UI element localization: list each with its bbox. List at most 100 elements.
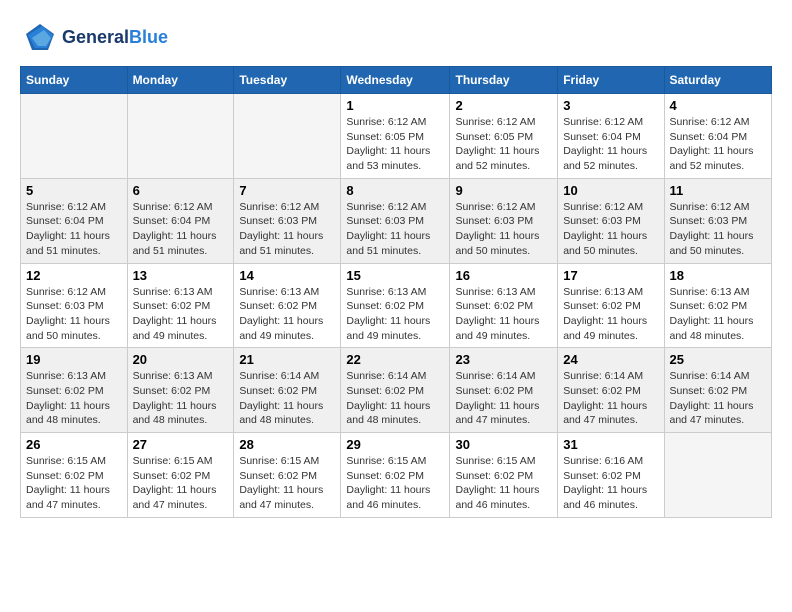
calendar-cell: 22 Sunrise: 6:14 AM Sunset: 6:02 PM Dayli… [341, 348, 450, 433]
day-number: 25 [670, 352, 767, 367]
calendar-cell: 15Sunrise: 6:13 AM Sunset: 6:02 PM Dayli… [341, 263, 450, 348]
header-day-friday: Friday [558, 67, 664, 94]
day-info: Sunrise: 6:13 AM Sunset: 6:02 PM Dayligh… [670, 285, 767, 344]
day-info: Sunrise: 6:12 AM Sunset: 6:03 PM Dayligh… [239, 200, 335, 259]
day-number: 6 [133, 183, 229, 198]
day-number: 28 [239, 437, 335, 452]
calendar-cell: 2 Sunrise: 6:12 AM Sunset: 6:05 PM Daylig… [450, 94, 558, 179]
day-number: 26 [26, 437, 122, 452]
header-day-monday: Monday [127, 67, 234, 94]
calendar-cell: 10 Sunrise: 6:12 AM Sunset: 6:03 PM Dayli… [558, 178, 664, 263]
day-info: Sunrise: 6:13 AM Sunset: 6:02 PM Dayligh… [26, 369, 122, 428]
day-info: Sunrise: 6:14 AM Sunset: 6:02 PM Dayligh… [670, 369, 767, 428]
header-day-tuesday: Tuesday [234, 67, 341, 94]
calendar-cell: 19 Sunrise: 6:13 AM Sunset: 6:02 PM Dayli… [21, 348, 128, 433]
header-day-sunday: Sunday [21, 67, 128, 94]
day-number: 20 [133, 352, 229, 367]
day-info: Sunrise: 6:12 AM Sunset: 6:04 PM Dayligh… [563, 115, 658, 174]
calendar-cell: 12Sunrise: 6:12 AM Sunset: 6:03 PM Dayli… [21, 263, 128, 348]
day-number: 17 [563, 268, 658, 283]
calendar-body: 1 Sunrise: 6:12 AM Sunset: 6:05 PM Daylig… [21, 94, 772, 518]
day-info: Sunrise: 6:13 AM Sunset: 6:02 PM Dayligh… [133, 369, 229, 428]
calendar-cell: 13 Sunrise: 6:13 AM Sunset: 6:02 PM Dayli… [127, 263, 234, 348]
day-info: Sunrise: 6:14 AM Sunset: 6:02 PM Dayligh… [455, 369, 552, 428]
day-info: Sunrise: 6:14 AM Sunset: 6:02 PM Dayligh… [563, 369, 658, 428]
calendar-cell: 28 Sunrise: 6:15 AM Sunset: 6:02 PM Dayli… [234, 433, 341, 518]
day-info: Sunrise: 6:12 AM Sunset: 6:05 PM Dayligh… [455, 115, 552, 174]
day-info: Sunrise: 6:15 AM Sunset: 6:02 PM Dayligh… [26, 454, 122, 513]
day-info: Sunrise: 6:14 AM Sunset: 6:02 PM Dayligh… [239, 369, 335, 428]
day-number: 7 [239, 183, 335, 198]
day-info: Sunrise: 6:12 AM Sunset: 6:04 PM Dayligh… [670, 115, 767, 174]
day-info: Sunrise: 6:15 AM Sunset: 6:02 PM Dayligh… [133, 454, 229, 513]
calendar-cell: 6 Sunrise: 6:12 AM Sunset: 6:04 PM Daylig… [127, 178, 234, 263]
day-number: 4 [670, 98, 767, 113]
day-info: Sunrise: 6:12 AM Sunset: 6:03 PM Dayligh… [26, 285, 122, 344]
day-number: 29 [346, 437, 444, 452]
calendar-cell: 7 Sunrise: 6:12 AM Sunset: 6:03 PM Daylig… [234, 178, 341, 263]
calendar-header: SundayMondayTuesdayWednesdayThursdayFrid… [21, 67, 772, 94]
day-number: 27 [133, 437, 229, 452]
header-row: SundayMondayTuesdayWednesdayThursdayFrid… [21, 67, 772, 94]
calendar-cell: 24Sunrise: 6:14 AM Sunset: 6:02 PM Dayli… [558, 348, 664, 433]
logo-icon [20, 20, 56, 56]
calendar-cell: 29 Sunrise: 6:15 AM Sunset: 6:02 PM Dayli… [341, 433, 450, 518]
header: GeneralBlue [20, 20, 772, 56]
day-info: Sunrise: 6:15 AM Sunset: 6:02 PM Dayligh… [239, 454, 335, 513]
day-number: 14 [239, 268, 335, 283]
calendar-cell: 8Sunrise: 6:12 AM Sunset: 6:03 PM Daylig… [341, 178, 450, 263]
header-day-thursday: Thursday [450, 67, 558, 94]
day-number: 1 [346, 98, 444, 113]
day-number: 11 [670, 183, 767, 198]
logo-text: GeneralBlue [62, 28, 168, 48]
calendar-cell [127, 94, 234, 179]
day-number: 2 [455, 98, 552, 113]
day-number: 21 [239, 352, 335, 367]
day-number: 18 [670, 268, 767, 283]
week-row-2: 5Sunrise: 6:12 AM Sunset: 6:04 PM Daylig… [21, 178, 772, 263]
day-number: 8 [346, 183, 444, 198]
day-info: Sunrise: 6:15 AM Sunset: 6:02 PM Dayligh… [455, 454, 552, 513]
day-number: 23 [455, 352, 552, 367]
day-info: Sunrise: 6:12 AM Sunset: 6:04 PM Dayligh… [26, 200, 122, 259]
day-number: 19 [26, 352, 122, 367]
day-info: Sunrise: 6:13 AM Sunset: 6:02 PM Dayligh… [563, 285, 658, 344]
calendar-cell [664, 433, 772, 518]
calendar-cell: 3 Sunrise: 6:12 AM Sunset: 6:04 PM Daylig… [558, 94, 664, 179]
week-row-1: 1 Sunrise: 6:12 AM Sunset: 6:05 PM Daylig… [21, 94, 772, 179]
calendar-cell: 20 Sunrise: 6:13 AM Sunset: 6:02 PM Dayli… [127, 348, 234, 433]
week-row-5: 26 Sunrise: 6:15 AM Sunset: 6:02 PM Dayli… [21, 433, 772, 518]
calendar-cell: 9 Sunrise: 6:12 AM Sunset: 6:03 PM Daylig… [450, 178, 558, 263]
week-row-4: 19 Sunrise: 6:13 AM Sunset: 6:02 PM Dayli… [21, 348, 772, 433]
calendar-cell: 14 Sunrise: 6:13 AM Sunset: 6:02 PM Dayli… [234, 263, 341, 348]
day-info: Sunrise: 6:12 AM Sunset: 6:03 PM Dayligh… [455, 200, 552, 259]
day-info: Sunrise: 6:12 AM Sunset: 6:05 PM Dayligh… [346, 115, 444, 174]
day-info: Sunrise: 6:13 AM Sunset: 6:02 PM Dayligh… [133, 285, 229, 344]
day-info: Sunrise: 6:12 AM Sunset: 6:03 PM Dayligh… [563, 200, 658, 259]
day-number: 10 [563, 183, 658, 198]
day-number: 13 [133, 268, 229, 283]
day-info: Sunrise: 6:12 AM Sunset: 6:04 PM Dayligh… [133, 200, 229, 259]
day-info: Sunrise: 6:13 AM Sunset: 6:02 PM Dayligh… [239, 285, 335, 344]
day-number: 16 [455, 268, 552, 283]
day-info: Sunrise: 6:15 AM Sunset: 6:02 PM Dayligh… [346, 454, 444, 513]
calendar-table: SundayMondayTuesdayWednesdayThursdayFrid… [20, 66, 772, 518]
calendar-cell: 26 Sunrise: 6:15 AM Sunset: 6:02 PM Dayli… [21, 433, 128, 518]
calendar-cell [21, 94, 128, 179]
day-number: 22 [346, 352, 444, 367]
day-info: Sunrise: 6:13 AM Sunset: 6:02 PM Dayligh… [455, 285, 552, 344]
calendar-cell: 16 Sunrise: 6:13 AM Sunset: 6:02 PM Dayli… [450, 263, 558, 348]
calendar-cell: 30Sunrise: 6:15 AM Sunset: 6:02 PM Dayli… [450, 433, 558, 518]
day-number: 3 [563, 98, 658, 113]
calendar-cell: 11Sunrise: 6:12 AM Sunset: 6:03 PM Dayli… [664, 178, 772, 263]
calendar-cell: 17 Sunrise: 6:13 AM Sunset: 6:02 PM Dayli… [558, 263, 664, 348]
day-number: 31 [563, 437, 658, 452]
calendar-cell: 18 Sunrise: 6:13 AM Sunset: 6:02 PM Dayli… [664, 263, 772, 348]
header-day-wednesday: Wednesday [341, 67, 450, 94]
calendar-cell: 4 Sunrise: 6:12 AM Sunset: 6:04 PM Daylig… [664, 94, 772, 179]
day-info: Sunrise: 6:14 AM Sunset: 6:02 PM Dayligh… [346, 369, 444, 428]
logo: GeneralBlue [20, 20, 168, 56]
week-row-3: 12Sunrise: 6:12 AM Sunset: 6:03 PM Dayli… [21, 263, 772, 348]
day-number: 9 [455, 183, 552, 198]
day-number: 15 [346, 268, 444, 283]
